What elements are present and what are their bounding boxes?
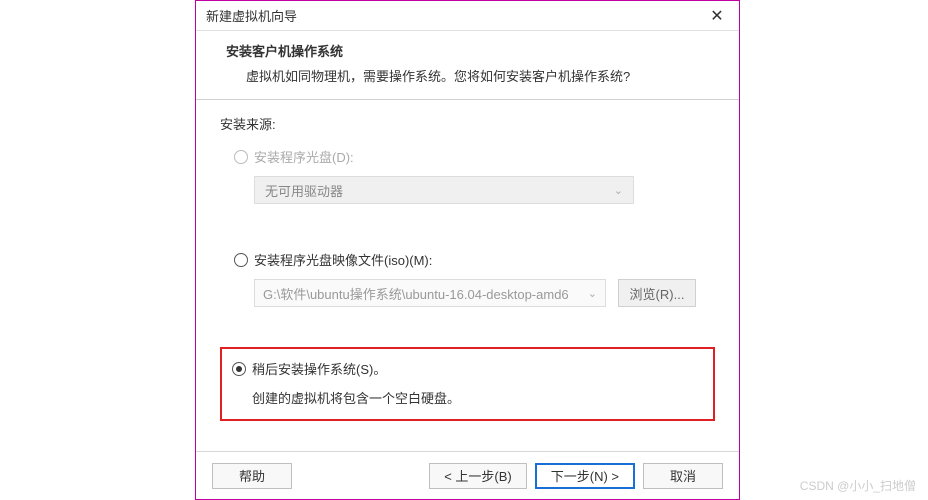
titlebar: 新建虚拟机向导 ✕ bbox=[196, 1, 739, 31]
cancel-button[interactable]: 取消 bbox=[643, 463, 723, 489]
header-title: 安装客户机操作系统 bbox=[226, 41, 709, 60]
radio-later-input[interactable] bbox=[232, 362, 246, 376]
header-subtitle: 虚拟机如同物理机，需要操作系统。您将如何安装客户机操作系统? bbox=[226, 66, 709, 85]
radio-disc-input bbox=[234, 150, 248, 164]
selected-option-highlight: 稍后安装操作系统(S)。 创建的虚拟机将包含一个空白硬盘。 bbox=[220, 347, 715, 421]
iso-path-input: G:\软件\ubuntu操作系统\ubuntu-16.04-desktop-am… bbox=[254, 279, 606, 307]
wizard-dialog: 新建虚拟机向导 ✕ 安装客户机操作系统 虚拟机如同物理机，需要操作系统。您将如何… bbox=[195, 0, 740, 500]
radio-later[interactable]: 稍后安装操作系统(S)。 bbox=[232, 359, 701, 378]
wizard-header: 安装客户机操作系统 虚拟机如同物理机，需要操作系统。您将如何安装客户机操作系统? bbox=[196, 31, 739, 100]
help-button[interactable]: 帮助 bbox=[212, 463, 292, 489]
window-title: 新建虚拟机向导 bbox=[206, 6, 297, 25]
watermark-text: CSDN @小小_扫地僧 bbox=[800, 477, 916, 494]
radio-iso[interactable]: 安装程序光盘映像文件(iso)(M): bbox=[234, 250, 715, 269]
browse-button: 浏览(R)... bbox=[618, 279, 696, 307]
option-disc-group: 安装程序光盘(D): 无可用驱动器 ⌄ bbox=[220, 147, 715, 204]
drive-select: 无可用驱动器 ⌄ bbox=[254, 176, 634, 204]
drive-select-text: 无可用驱动器 bbox=[265, 181, 343, 200]
next-button[interactable]: 下一步(N) > bbox=[535, 463, 635, 489]
radio-later-label: 稍后安装操作系统(S)。 bbox=[252, 359, 386, 378]
radio-iso-label: 安装程序光盘映像文件(iso)(M): bbox=[254, 250, 432, 269]
chevron-down-icon: ⌄ bbox=[614, 184, 623, 197]
radio-iso-input[interactable] bbox=[234, 253, 248, 267]
back-button[interactable]: < 上一步(B) bbox=[429, 463, 527, 489]
wizard-content: 安装来源: 安装程序光盘(D): 无可用驱动器 ⌄ 安装程序光盘映像文件(iso… bbox=[196, 100, 739, 451]
install-source-label: 安装来源: bbox=[220, 114, 715, 133]
radio-disc: 安装程序光盘(D): bbox=[234, 147, 715, 166]
close-icon[interactable]: ✕ bbox=[705, 4, 729, 28]
radio-later-desc: 创建的虚拟机将包含一个空白硬盘。 bbox=[252, 388, 701, 407]
option-iso-group: 安装程序光盘映像文件(iso)(M): G:\软件\ubuntu操作系统\ubu… bbox=[220, 250, 715, 307]
wizard-footer: 帮助 < 上一步(B) 下一步(N) > 取消 bbox=[196, 451, 739, 499]
radio-disc-label: 安装程序光盘(D): bbox=[254, 147, 354, 166]
chevron-down-icon: ⌄ bbox=[588, 287, 597, 300]
